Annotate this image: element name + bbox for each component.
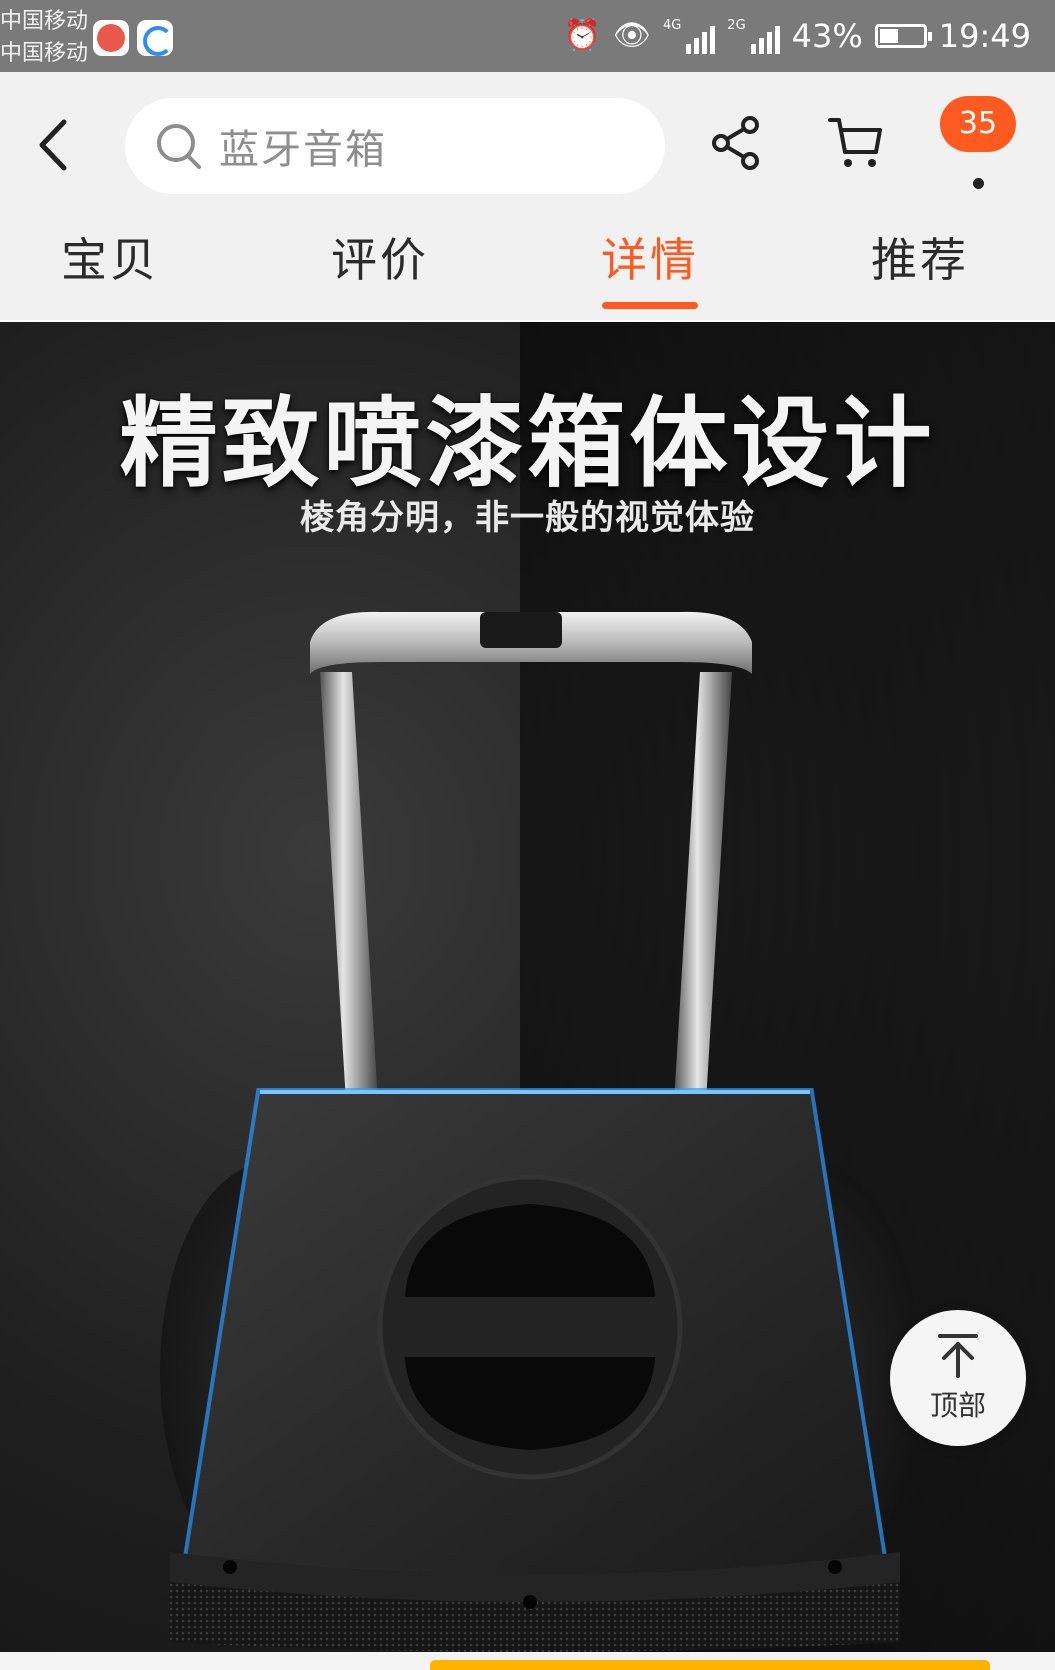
tab-recommend[interactable]: 推荐: [860, 224, 980, 320]
back-button[interactable]: [30, 112, 76, 178]
more-button[interactable]: 35: [940, 96, 1016, 196]
arrow-up-icon: [938, 1334, 978, 1378]
message-count-badge: 35: [940, 96, 1016, 152]
signal-icon-1: 4G: [662, 18, 716, 54]
app-notification-icon: [93, 20, 129, 56]
bottom-action-bar-edge: [0, 1652, 1055, 1670]
status-indicators: ⏰ 👁 4G 2G 43% 19:49: [563, 14, 1031, 58]
cart-icon[interactable]: [826, 112, 886, 172]
carrier-2: 中国移动: [0, 41, 89, 66]
tab-bar: 宝贝 评价 详情 推荐: [0, 224, 1055, 320]
share-icon[interactable]: [710, 114, 762, 172]
battery-level: [879, 29, 898, 43]
more-dot-icon: [973, 178, 984, 189]
tab-item[interactable]: 宝贝: [50, 224, 170, 320]
status-bar: 中国移动 中国移动 ⏰ 👁 4G 2G 43% 19:49: [0, 0, 1055, 72]
active-tab-indicator: [602, 302, 698, 309]
carrier-1: 中国移动: [0, 9, 89, 34]
network-type-2: 2G: [727, 18, 746, 33]
browser-notification-icon: [137, 20, 173, 56]
clock: 19:49: [938, 17, 1031, 55]
search-box[interactable]: 蓝牙音箱: [125, 98, 665, 194]
search-placeholder: 蓝牙音箱: [219, 127, 387, 173]
carrier-labels: 中国移动 中国移动: [0, 6, 88, 70]
speaker-illustration: [160, 611, 920, 1652]
battery-icon: [874, 24, 932, 48]
battery-percent: 43%: [791, 17, 863, 55]
search-icon: [157, 124, 201, 169]
nav-bar: 蓝牙音箱 35 宝贝 评价 详情 推荐: [0, 72, 1055, 320]
signal-icon-2: 2G: [727, 18, 780, 54]
hero-title: 精致喷漆箱体设计: [119, 387, 936, 501]
eye-icon: 👁: [612, 18, 651, 53]
back-to-top-button[interactable]: 顶部: [890, 1310, 1026, 1446]
product-detail-image: 精致喷漆箱体设计 棱角分明，非一般的视觉体验 顶部: [0, 322, 1055, 1652]
hero-subtitle: 棱角分明，非一般的视觉体验: [300, 498, 755, 538]
back-to-top-label: 顶部: [929, 1389, 986, 1422]
network-type-1: 4G: [662, 18, 682, 33]
alarm-icon: ⏰: [563, 18, 601, 53]
back-icon: [39, 119, 67, 171]
tab-reviews[interactable]: 评价: [320, 224, 440, 320]
